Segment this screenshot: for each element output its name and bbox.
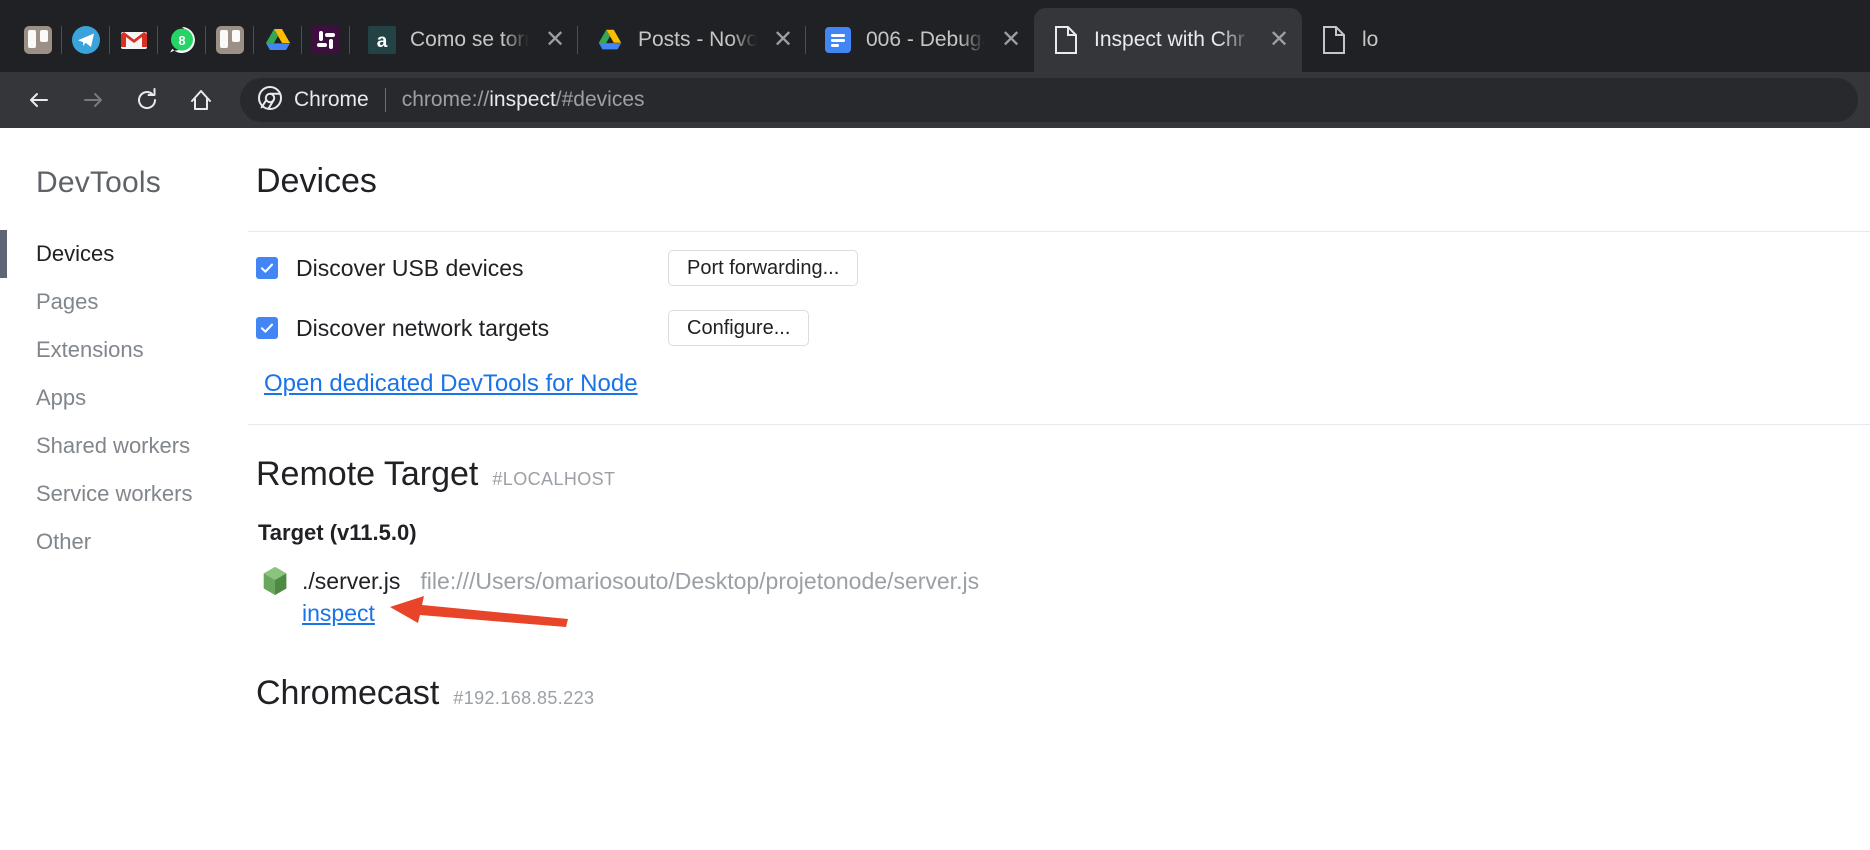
page-icon	[1052, 26, 1080, 54]
back-button[interactable]	[12, 78, 66, 122]
discover-usb-checkbox[interactable]	[256, 257, 278, 279]
whatsapp-pinned-tab[interactable]: 8	[157, 8, 206, 72]
sidebar-item-service-workers[interactable]: Service workers	[0, 470, 248, 518]
url-host: inspect	[489, 88, 556, 111]
nodejs-icon	[262, 566, 288, 596]
devtools-sidebar: DevTools Devices Pages Extensions Apps S…	[0, 128, 248, 850]
alura-icon: a	[368, 26, 396, 54]
target-file-path: file:///Users/omariosouto/Desktop/projet…	[420, 567, 980, 594]
tab-close-button[interactable]: ✕	[1262, 23, 1296, 57]
sidebar-item-label: Shared workers	[36, 433, 191, 458]
chromecast-host: #192.168.85.223	[453, 688, 595, 708]
browser-chrome: 8 a Como se tor ✕ Posts - Novo ✕ 006 - D…	[0, 0, 1870, 128]
configure-button[interactable]: Configure...	[668, 310, 810, 346]
browser-toolbar: Chrome chrome://inspect/#devices	[0, 72, 1870, 128]
tab-como-se-tornar[interactable]: a Como se tornar ✕	[349, 8, 578, 72]
sidebar-item-apps[interactable]: Apps	[0, 374, 248, 422]
omnibox-divider	[384, 88, 386, 112]
svg-text:a: a	[377, 31, 388, 52]
page-title: Devices	[256, 162, 377, 200]
tab-title: Inspect with Chr	[1094, 28, 1245, 51]
discover-network-row: Discover network targets Configure...	[256, 304, 1870, 352]
trello-icon	[215, 25, 245, 55]
tab-close-button[interactable]: ✕	[994, 23, 1028, 57]
telegram-icon	[71, 25, 101, 55]
trello-2-pinned-tab[interactable]	[205, 8, 254, 72]
trello-pinned-tab[interactable]	[14, 8, 62, 72]
divider	[248, 231, 1870, 232]
svg-text:8: 8	[178, 33, 185, 48]
tab-strip: 8 a Como se tor ✕ Posts - Novo ✕ 006 - D…	[0, 0, 1870, 72]
target-entry-row: ./server.js file:///Users/omariosouto/De…	[262, 566, 1870, 596]
gmail-pinned-tab[interactable]	[109, 8, 158, 72]
tab-title: 006 - Debugan	[866, 28, 986, 51]
annotation-arrow-icon	[390, 596, 570, 635]
remote-target-header: Remote Target #LOCALHOST	[256, 455, 1870, 494]
address-bar[interactable]: Chrome chrome://inspect/#devices	[240, 78, 1858, 122]
url-scheme: chrome://	[401, 88, 490, 111]
chromecast-header: Chromecast #192.168.85.223	[256, 674, 1870, 713]
home-button[interactable]	[174, 78, 228, 122]
trello-icon	[23, 25, 53, 55]
divider	[248, 424, 1870, 425]
gmail-icon	[119, 25, 149, 55]
tab-title: Como se tornar	[410, 28, 530, 51]
reload-button[interactable]	[120, 78, 174, 122]
discover-network-checkbox[interactable]	[256, 317, 278, 339]
inspect-link[interactable]: inspect	[302, 600, 375, 626]
sidebar-item-devices[interactable]: Devices	[0, 230, 248, 278]
sidebar-title: DevTools	[36, 166, 161, 199]
telegram-pinned-tab[interactable]	[61, 8, 110, 72]
google-drive-icon	[263, 25, 293, 55]
tab-title: lo	[1362, 28, 1379, 51]
page-icon	[1320, 26, 1348, 54]
discover-usb-row: Discover USB devices Port forwarding...	[256, 244, 1870, 292]
slack-pinned-tab[interactable]	[301, 8, 350, 72]
inspect-page: DevTools Devices Pages Extensions Apps S…	[0, 128, 1870, 850]
tab-inspect-with-chrome[interactable]: Inspect with Chr ✕	[1034, 8, 1302, 72]
chromecast-heading: Chromecast	[256, 674, 440, 712]
omnibox-url: chrome://inspect/#devices	[402, 88, 645, 112]
sidebar-item-label: Devices	[36, 241, 115, 266]
remote-target-heading: Remote Target	[256, 455, 479, 493]
google-drive-pinned-tab[interactable]	[253, 8, 302, 72]
google-drive-icon	[596, 26, 624, 54]
slack-icon	[311, 25, 341, 55]
tab-posts-novos[interactable]: Posts - Novos - ✕	[577, 8, 806, 72]
target-version-label: Target (v11.5.0)	[258, 520, 417, 545]
remote-target-host: #LOCALHOST	[492, 469, 616, 489]
sidebar-item-label: Pages	[36, 289, 99, 314]
tab-title: Posts - Novos -	[638, 28, 758, 51]
sidebar-item-other[interactable]: Other	[0, 518, 248, 566]
omnibox-chip: Chrome	[258, 85, 369, 115]
port-forwarding-button[interactable]: Port forwarding...	[668, 250, 859, 286]
tab-lo[interactable]: lo	[1302, 8, 1422, 72]
open-dedicated-devtools-link[interactable]: Open dedicated DevTools for Node	[264, 370, 638, 398]
inspect-action-row: inspect	[302, 596, 1870, 644]
sidebar-item-label: Other	[36, 529, 92, 554]
discover-usb-label: Discover USB devices	[296, 254, 524, 281]
tab-006-debugando[interactable]: 006 - Debugan ✕	[805, 8, 1034, 72]
sidebar-item-label: Extensions	[36, 337, 144, 362]
google-docs-icon	[824, 26, 852, 54]
forward-button[interactable]	[66, 78, 120, 122]
tab-close-button[interactable]: ✕	[766, 23, 800, 57]
sidebar-item-label: Service workers	[36, 481, 193, 506]
whatsapp-icon: 8	[167, 25, 197, 55]
target-file-name: ./server.js	[302, 567, 401, 594]
sidebar-item-label: Apps	[36, 385, 87, 410]
sidebar-item-shared-workers[interactable]: Shared workers	[0, 422, 248, 470]
devices-panel: Devices Discover USB devices Port forwar…	[248, 128, 1870, 850]
sidebar-item-extensions[interactable]: Extensions	[0, 326, 248, 374]
chrome-logo-icon	[258, 85, 282, 115]
discover-network-label: Discover network targets	[296, 314, 550, 341]
url-fragment: /#devices	[555, 88, 645, 111]
omnibox-chip-label: Chrome	[294, 88, 369, 111]
sidebar-item-pages[interactable]: Pages	[0, 278, 248, 326]
tab-close-button[interactable]: ✕	[538, 23, 572, 57]
